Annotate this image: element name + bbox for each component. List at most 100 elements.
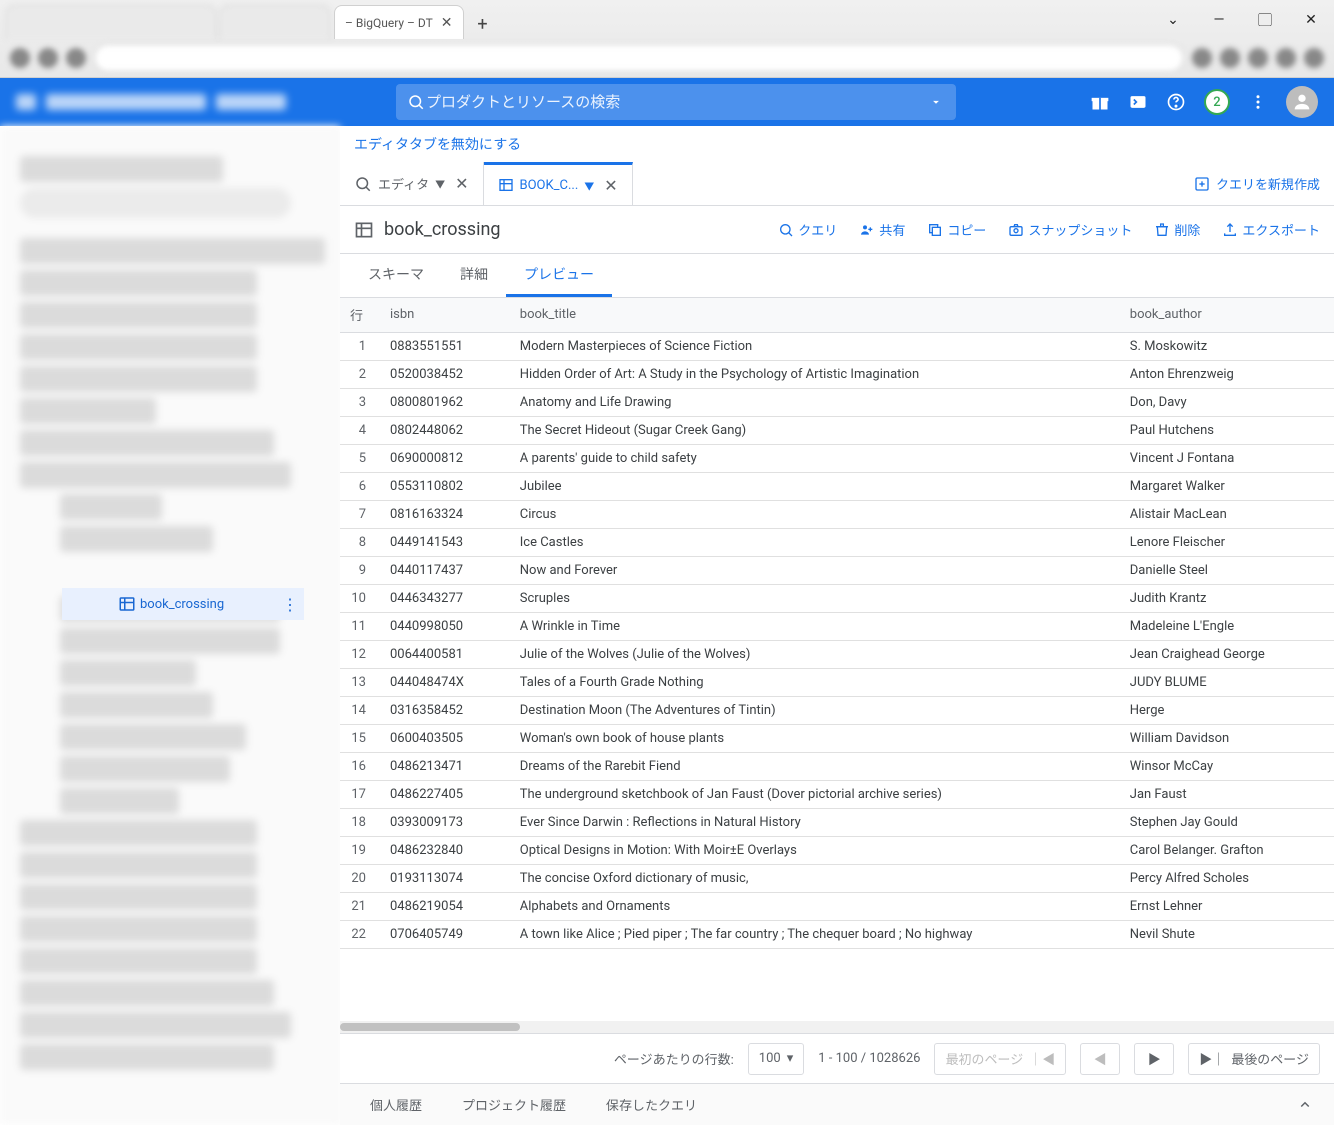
close-icon[interactable]: ✕ bbox=[604, 176, 617, 195]
cloudshell-icon[interactable] bbox=[1128, 92, 1148, 112]
col-isbn[interactable]: isbn bbox=[380, 298, 510, 332]
expand-icon[interactable] bbox=[1296, 1096, 1314, 1114]
query-button[interactable]: クエリ bbox=[778, 220, 837, 239]
gift-icon[interactable] bbox=[1090, 92, 1110, 112]
window-minimize[interactable]: ― bbox=[1196, 4, 1242, 36]
tool-tabs: エディタ ▼ ✕ BOOK_C... ▼ ✕ クエリを新規作成 bbox=[340, 162, 1334, 206]
editor-tab[interactable]: エディタ ▼ ✕ bbox=[340, 162, 484, 205]
cell-author: Margaret Walker bbox=[1120, 472, 1334, 500]
new-tab-button[interactable]: + bbox=[468, 9, 498, 39]
cell-title: The underground sketchbook of Jan Faust … bbox=[510, 780, 1120, 808]
close-icon[interactable]: ✕ bbox=[455, 174, 468, 193]
explorer-item-book-crossing[interactable]: book_crossing ⋮ bbox=[62, 588, 304, 620]
table-row[interactable]: 18 0393009173 Ever Since Darwin : Reflec… bbox=[340, 808, 1334, 836]
project-history-tab[interactable]: プロジェクト履歴 bbox=[462, 1095, 566, 1114]
cell-title: The concise Oxford dictionary of music, bbox=[510, 864, 1120, 892]
first-page-button[interactable]: 最初のページ｜◀ bbox=[934, 1043, 1066, 1075]
subtabs: スキーマ 詳細 プレビュー bbox=[340, 254, 1334, 298]
cell-isbn: 0520038452 bbox=[380, 360, 510, 388]
table-row[interactable]: 10 0446343277 Scruples Judith Krantz bbox=[340, 584, 1334, 612]
cell-title: Anatomy and Life Drawing bbox=[510, 388, 1120, 416]
new-query-button[interactable]: クエリを新規作成 bbox=[1194, 174, 1320, 193]
table-row[interactable]: 3 0800801962 Anatomy and Life Drawing Do… bbox=[340, 388, 1334, 416]
chevron-down-icon[interactable]: ▼ bbox=[584, 178, 594, 193]
more-icon[interactable] bbox=[1248, 92, 1268, 112]
table-row[interactable]: 15 0600403505 Woman's own book of house … bbox=[340, 724, 1334, 752]
cell-title: A Wrinkle in Time bbox=[510, 612, 1120, 640]
cell-title: A town like Alice ; Pied piper ; The far… bbox=[510, 920, 1120, 948]
table-row[interactable]: 12 0064400581 Julie of the Wolves (Julie… bbox=[340, 640, 1334, 668]
url-input[interactable] bbox=[94, 44, 1184, 72]
table-row[interactable]: 17 0486227405 The underground sketchbook… bbox=[340, 780, 1334, 808]
table-row[interactable]: 21 0486219054 Alphabets and Ornaments Er… bbox=[340, 892, 1334, 920]
next-page-button[interactable]: ▶ bbox=[1134, 1043, 1174, 1075]
delete-button[interactable]: 削除 bbox=[1154, 220, 1200, 239]
search-icon bbox=[406, 92, 426, 112]
window-close[interactable]: ✕ bbox=[1288, 4, 1334, 36]
cell-title: Ice Castles bbox=[510, 528, 1120, 556]
preview-table-wrap[interactable]: 行 isbn book_title book_author 1 08835515… bbox=[340, 298, 1334, 1021]
cell-author: Anton Ehrenzweig bbox=[1120, 360, 1334, 388]
chevron-down-icon[interactable]: ▼ bbox=[435, 176, 445, 191]
table-row[interactable]: 9 0440117437 Now and Forever Danielle St… bbox=[340, 556, 1334, 584]
per-page-select[interactable]: 100▾ bbox=[748, 1043, 804, 1075]
table-row[interactable]: 6 0553110802 Jubilee Margaret Walker bbox=[340, 472, 1334, 500]
table-row[interactable]: 8 0449141543 Ice Castles Lenore Fleische… bbox=[340, 528, 1334, 556]
table-row[interactable]: 4 0802448062 The Secret Hideout (Sugar C… bbox=[340, 416, 1334, 444]
close-icon[interactable]: ✕ bbox=[441, 15, 453, 31]
browser-tab[interactable] bbox=[6, 5, 216, 39]
window-dropdown[interactable]: ⌄ bbox=[1150, 4, 1196, 36]
horizontal-scrollbar[interactable] bbox=[340, 1021, 1334, 1033]
cell-author: Paul Hutchens bbox=[1120, 416, 1334, 444]
table-row[interactable]: 2 0520038452 Hidden Order of Art: A Stud… bbox=[340, 360, 1334, 388]
table-row[interactable]: 7 0816163324 Circus Alistair MacLean bbox=[340, 500, 1334, 528]
window-maximize[interactable]: ▢ bbox=[1242, 4, 1288, 36]
table-name: book_crossing bbox=[384, 219, 501, 240]
col-title[interactable]: book_title bbox=[510, 298, 1120, 332]
table-row[interactable]: 19 0486232840 Optical Designs in Motion:… bbox=[340, 836, 1334, 864]
last-page-button[interactable]: ▶｜最後のページ bbox=[1188, 1043, 1320, 1075]
browser-tab[interactable] bbox=[220, 5, 330, 39]
col-row[interactable]: 行 bbox=[340, 298, 380, 332]
search-bar[interactable] bbox=[396, 84, 956, 120]
col-author[interactable]: book_author bbox=[1120, 298, 1334, 332]
table-row[interactable]: 1 0883551551 Modern Masterpieces of Scie… bbox=[340, 332, 1334, 360]
table-row[interactable]: 22 0706405749 A town like Alice ; Pied p… bbox=[340, 920, 1334, 948]
table-tab-label: BOOK_C... bbox=[520, 178, 579, 193]
table-tab[interactable]: BOOK_C... ▼ ✕ bbox=[484, 162, 633, 205]
more-icon[interactable]: ⋮ bbox=[282, 595, 298, 614]
snapshot-button[interactable]: スナップショット bbox=[1008, 220, 1132, 239]
browser-tab-strip: – BigQuery – DT ✕ + bbox=[0, 0, 1334, 39]
details-tab[interactable]: 詳細 bbox=[442, 254, 506, 297]
notification-badge[interactable]: 2 bbox=[1204, 89, 1230, 115]
cell-author: Vincent J Fontana bbox=[1120, 444, 1334, 472]
table-row[interactable]: 14 0316358452 Destination Moon (The Adve… bbox=[340, 696, 1334, 724]
cell-title: Now and Forever bbox=[510, 556, 1120, 584]
chevron-down-icon[interactable] bbox=[926, 92, 946, 112]
export-button[interactable]: エクスポート bbox=[1222, 220, 1320, 239]
help-icon[interactable] bbox=[1166, 92, 1186, 112]
cell-isbn: 0393009173 bbox=[380, 808, 510, 836]
cell-author: Danielle Steel bbox=[1120, 556, 1334, 584]
browser-tab-active[interactable]: – BigQuery – DT ✕ bbox=[334, 5, 464, 39]
disable-editor-tab-link[interactable]: エディタタブを無効にする bbox=[354, 137, 521, 153]
saved-query-tab[interactable]: 保存したクエリ bbox=[606, 1095, 697, 1114]
cell-isbn: 0440117437 bbox=[380, 556, 510, 584]
table-row[interactable]: 13 044048474X Tales of a Fourth Grade No… bbox=[340, 668, 1334, 696]
preview-tab[interactable]: プレビュー bbox=[506, 254, 612, 297]
schema-tab[interactable]: スキーマ bbox=[350, 254, 442, 297]
pager: ページあたりの行数: 100▾ 1 - 100 / 1028626 最初のページ… bbox=[340, 1033, 1334, 1083]
table-icon bbox=[498, 177, 514, 193]
personal-history-tab[interactable]: 個人履歴 bbox=[370, 1095, 422, 1114]
table-row[interactable]: 20 0193113074 The concise Oxford diction… bbox=[340, 864, 1334, 892]
avatar[interactable] bbox=[1286, 86, 1318, 118]
share-icon bbox=[859, 222, 875, 238]
table-row[interactable]: 5 0690000812 A parents' guide to child s… bbox=[340, 444, 1334, 472]
share-button[interactable]: 共有 bbox=[859, 220, 905, 239]
table-row[interactable]: 11 0440998050 A Wrinkle in Time Madelein… bbox=[340, 612, 1334, 640]
prev-page-button[interactable]: ◀ bbox=[1080, 1043, 1120, 1075]
browser-chrome: ⌄ ― ▢ ✕ – BigQuery – DT ✕ + bbox=[0, 0, 1334, 78]
copy-button[interactable]: コピー bbox=[927, 220, 986, 239]
search-input[interactable] bbox=[426, 94, 926, 111]
table-row[interactable]: 16 0486213471 Dreams of the Rarebit Fien… bbox=[340, 752, 1334, 780]
